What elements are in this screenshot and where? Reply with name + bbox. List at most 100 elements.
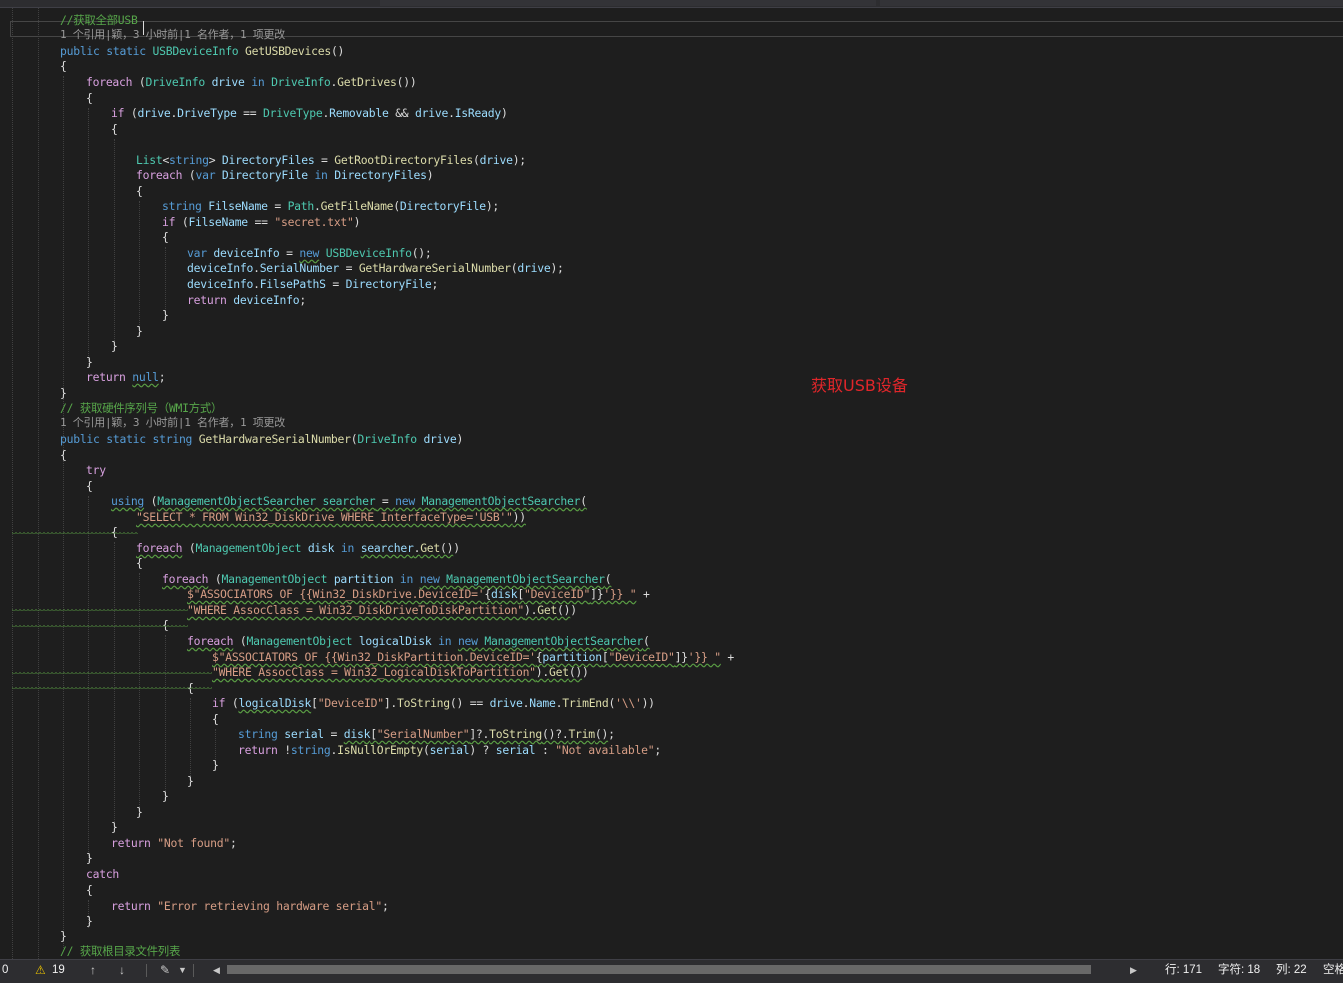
indent-guide: [88, 108, 89, 368]
code-line[interactable]: {: [212, 711, 219, 727]
error-count[interactable]: 0: [2, 960, 8, 983]
navigation-dropdown-right[interactable]: [880, 0, 1343, 6]
code-token: ;: [158, 370, 166, 384]
code-token: GetUSBDevices: [245, 44, 331, 58]
code-line[interactable]: try: [86, 462, 106, 478]
code-line[interactable]: deviceInfo.FilsePathS = DirectoryFile;: [187, 276, 438, 292]
code-line[interactable]: string serial = disk["SerialNumber"]?.To…: [238, 726, 615, 742]
code-line[interactable]: {: [60, 58, 67, 74]
code-line[interactable]: {: [86, 90, 93, 106]
horizontal-scrollbar[interactable]: [225, 964, 1125, 975]
code-line[interactable]: }: [60, 928, 67, 944]
code-token: =: [325, 277, 346, 291]
code-token: DriveType: [177, 106, 237, 120]
char-number[interactable]: 字符: 18: [1218, 960, 1260, 983]
code-line[interactable]: "SELECT * FROM Win32_DiskDrive WHERE Int…: [136, 509, 526, 525]
code-line[interactable]: $"ASSOCIATORS OF {{Win32_DiskPartition.D…: [212, 649, 734, 665]
code-line[interactable]: }: [136, 323, 143, 339]
code-line[interactable]: return deviceInfo;: [187, 292, 306, 308]
code-token: (: [124, 106, 138, 120]
code-line[interactable]: foreach (ManagementObject logicalDisk in…: [187, 633, 650, 649]
code-line[interactable]: {: [60, 447, 67, 463]
code-token: ;: [299, 293, 306, 307]
code-line[interactable]: }: [111, 819, 118, 835]
code-line[interactable]: }: [162, 788, 169, 804]
code-token: ManagementObjectSearcher: [421, 494, 581, 508]
code-line[interactable]: }: [86, 850, 93, 866]
code-line[interactable]: }: [60, 385, 67, 401]
code-token: serial: [277, 727, 324, 741]
code-line[interactable]: }: [111, 338, 118, 354]
code-token: 1 个引用|颖，3 小时前|1 名作者，1 项更改: [60, 416, 285, 429]
scrollbar-thumb[interactable]: [227, 965, 1091, 974]
navigation-dropdown-left[interactable]: [380, 0, 876, 6]
line-number[interactable]: 行: 171: [1165, 960, 1202, 983]
code-line[interactable]: public static string GetHardwareSerialNu…: [60, 431, 463, 447]
code-token: ): [582, 665, 589, 679]
code-editor[interactable]: //获取全部USB 1 个引用|颖，3 小时前|1 名作者，1 项更改 public…: [0, 8, 1343, 959]
code-line[interactable]: return "Not found";: [111, 835, 237, 851]
code-line[interactable]: "WHERE AssocClass = Win32_LogicalDiskToP…: [212, 664, 589, 680]
chevron-down-icon[interactable]: ▼: [178, 960, 187, 983]
code-token: "SerialNumber": [376, 727, 470, 741]
code-line[interactable]: }: [212, 757, 219, 773]
code-line[interactable]: $"ASSOCIATORS OF {{Win32_DiskDrive.Devic…: [187, 586, 650, 602]
code-line[interactable]: return "Error retrieving hardware serial…: [111, 898, 389, 914]
codelens-info[interactable]: 1 个引用|颖，3 小时前|1 名作者，1 项更改: [60, 27, 285, 43]
code-line[interactable]: "WHERE AssocClass = Win32_DiskDriveToDis…: [187, 602, 577, 618]
code-token: FilseName: [201, 199, 268, 213]
code-token: drive: [415, 106, 449, 120]
code-line[interactable]: {: [136, 183, 143, 199]
code-token: string: [290, 743, 331, 757]
code-line[interactable]: if (logicalDisk["DeviceID"].ToString() =…: [212, 695, 655, 711]
code-line[interactable]: string FilseName = Path.GetFileName(Dire…: [162, 198, 499, 214]
warning-count[interactable]: 19: [52, 960, 65, 983]
code-token: !: [277, 743, 291, 757]
code-line[interactable]: catch: [86, 866, 119, 882]
code-line[interactable]: foreach (ManagementObject disk in search…: [136, 540, 460, 556]
code-line[interactable]: foreach (var DirectoryFile in DirectoryF…: [136, 167, 434, 183]
code-line[interactable]: {: [136, 555, 143, 571]
code-line[interactable]: }: [86, 354, 93, 370]
code-line[interactable]: }: [136, 804, 143, 820]
code-line[interactable]: }: [162, 307, 169, 323]
arrow-up-icon[interactable]: ↑: [90, 960, 96, 983]
code-line[interactable]: // 获取根目录文件列表: [60, 943, 180, 959]
scroll-left-icon[interactable]: ◀: [213, 960, 220, 983]
code-line[interactable]: {: [111, 121, 118, 137]
code-line[interactable]: }: [187, 773, 194, 789]
code-line[interactable]: // 获取硬件序列号（WMI方式）: [60, 400, 222, 416]
code-line[interactable]: {: [86, 882, 93, 898]
code-line[interactable]: List<string> DirectoryFiles = GetRootDir…: [136, 152, 526, 168]
codelens-info[interactable]: 1 个引用|颖，3 小时前|1 名作者，1 项更改: [60, 415, 285, 431]
code-line[interactable]: {: [86, 478, 93, 494]
code-line[interactable]: {: [162, 229, 169, 245]
code-token: using: [111, 494, 145, 508]
code-line[interactable]: }: [86, 913, 93, 929]
code-token: )): [512, 510, 526, 524]
broom-icon[interactable]: ✎: [160, 960, 170, 983]
code-line[interactable]: foreach (DriveInfo drive in DriveInfo.Ge…: [86, 74, 417, 90]
code-line[interactable]: if (FilseName == "secret.txt"): [162, 214, 361, 230]
code-line[interactable]: //获取全部USB: [60, 12, 138, 28]
code-token: {: [86, 883, 93, 897]
code-line[interactable]: return null;: [86, 369, 166, 385]
code-token: foreach: [136, 541, 183, 555]
code-token: FilsePathS: [259, 277, 326, 291]
code-line[interactable]: deviceInfo.SerialNumber = GetHardwareSer…: [187, 260, 564, 276]
scroll-right-icon[interactable]: ▶: [1130, 960, 1137, 983]
warning-icon[interactable]: ⚠: [35, 960, 46, 983]
code-line[interactable]: var deviceInfo = new USBDeviceInfo();: [187, 245, 432, 261]
code-token: =: [279, 246, 300, 260]
code-line[interactable]: foreach (ManagementObject partition in n…: [162, 571, 612, 587]
arrow-down-icon[interactable]: ↓: [119, 960, 125, 983]
text-cursor: [143, 21, 144, 35]
code-token: (: [144, 494, 158, 508]
code-line[interactable]: public static USBDeviceInfo GetUSBDevice…: [60, 43, 344, 59]
code-line[interactable]: using (ManagementObjectSearcher searcher…: [111, 493, 587, 509]
column-number[interactable]: 列: 22: [1276, 960, 1307, 983]
code-line[interactable]: return !string.IsNullOrEmpty(serial) ? s…: [238, 742, 661, 758]
code-line[interactable]: if (drive.DriveType == DriveType.Removab…: [111, 105, 508, 121]
code-token: return: [86, 370, 126, 384]
indent-mode[interactable]: 空格: [1323, 960, 1343, 983]
